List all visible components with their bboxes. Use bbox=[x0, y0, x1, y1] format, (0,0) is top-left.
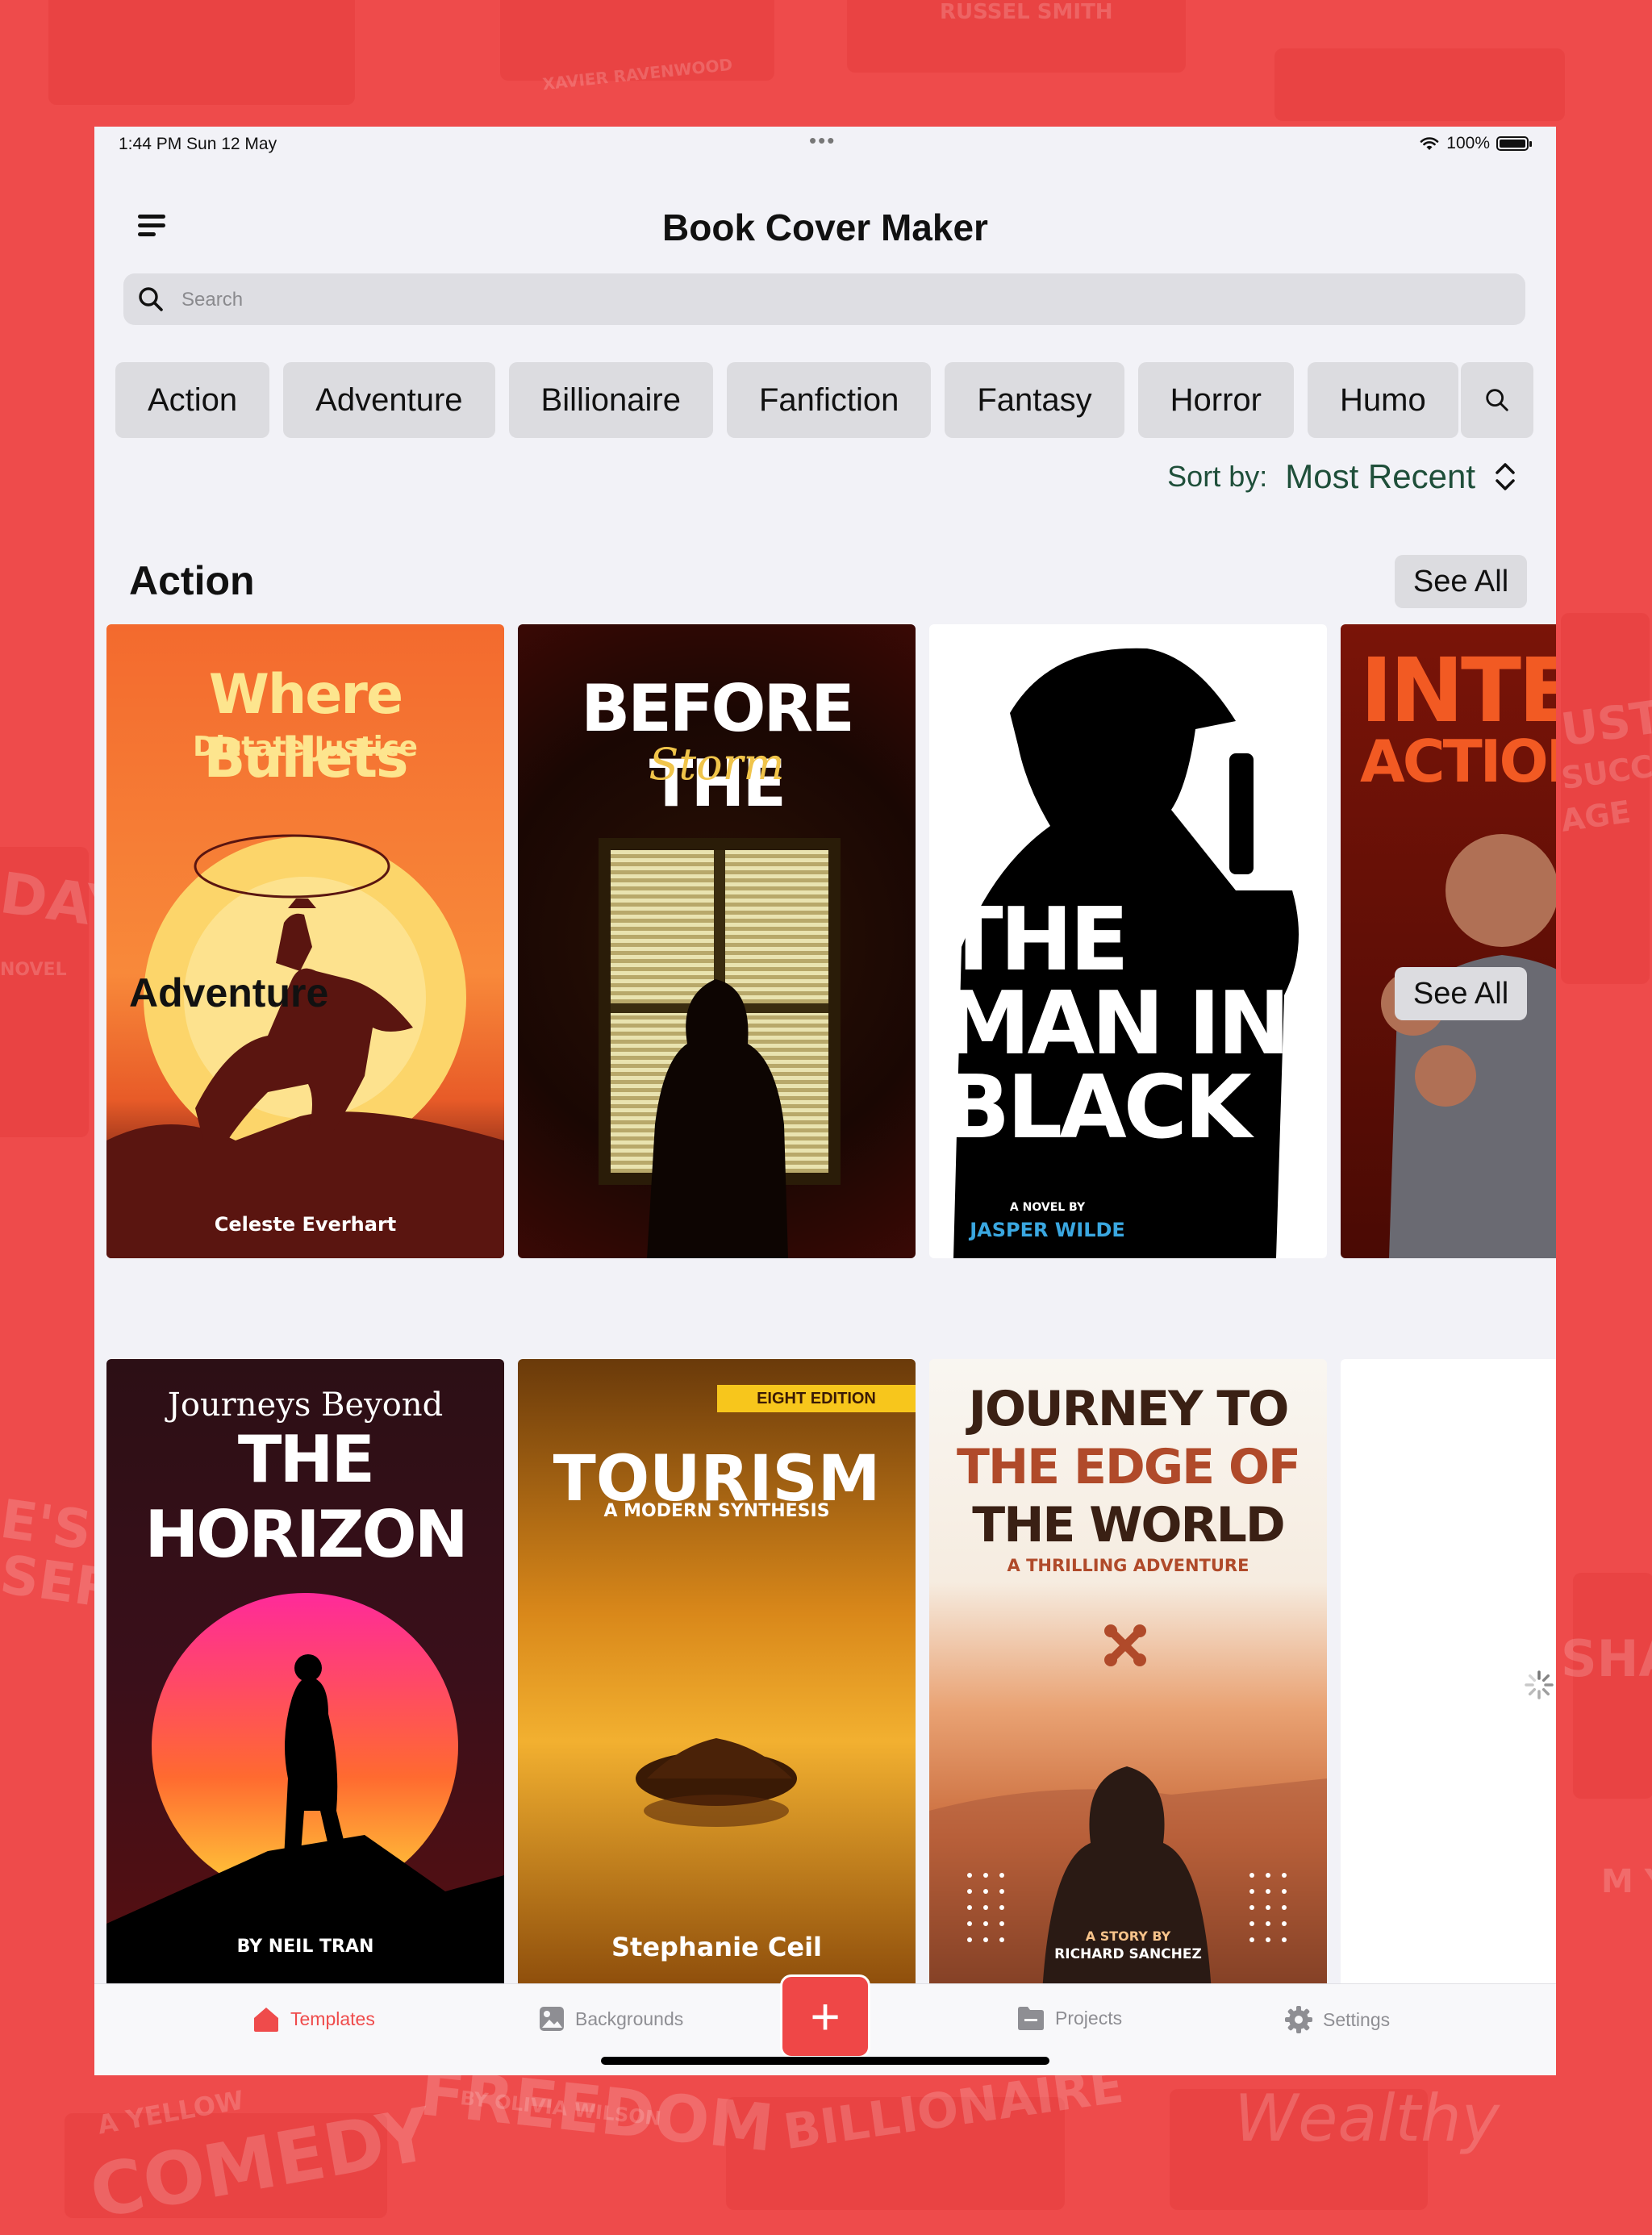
cover-author: RICHARD SANCHEZ bbox=[1054, 1946, 1202, 1962]
chevron-up-down-icon bbox=[1496, 463, 1515, 490]
search-icon bbox=[1486, 389, 1508, 411]
bg-cover bbox=[48, 0, 355, 105]
cover-subtitle: ACTION bbox=[1360, 728, 1556, 795]
cover-title-line: MAN IN bbox=[944, 974, 1291, 1074]
tab-label: Backgrounds bbox=[575, 2008, 684, 2029]
wifi-icon bbox=[1420, 137, 1439, 150]
gear-icon bbox=[1285, 2006, 1312, 2033]
cover-title-line: THE WORLD bbox=[972, 1497, 1285, 1553]
folder-icon bbox=[1018, 2007, 1044, 2030]
multitasking-dots[interactable]: ••• bbox=[809, 128, 836, 153]
status-right: 100% bbox=[1419, 134, 1532, 153]
cover-author: BY NEIL TRAN bbox=[236, 1937, 374, 1957]
cover-subtitle: A MODERN SYNTHESIS bbox=[603, 1501, 830, 1521]
cover-journeys-beyond[interactable]: Journeys Beyond THE HORIZON BY NEIL TRAN bbox=[106, 1359, 504, 1983]
bg-text: M Y bbox=[1601, 1863, 1652, 1900]
action-cover-row: Where Bullets Dictate Justice Celeste Ev… bbox=[106, 624, 1556, 1261]
bg-cover bbox=[1274, 48, 1565, 121]
cover-title: JOURNEY TO THE EDGE OF THE WORLD bbox=[929, 1380, 1327, 1554]
cover-title: INTEN bbox=[1360, 639, 1556, 742]
search-input[interactable] bbox=[180, 273, 1474, 327]
tab-projects[interactable]: Projects bbox=[1016, 2005, 1122, 2031]
cover-loading-placeholder bbox=[1341, 1359, 1556, 1983]
chip-action[interactable]: Action bbox=[115, 362, 270, 438]
search-icon bbox=[139, 287, 163, 311]
cover-tagline: A NOVEL BY bbox=[1009, 1201, 1086, 1214]
cover-kicker: Journeys Beyond bbox=[167, 1386, 444, 1424]
status-bar: 1:44 PM Sun 12 May ••• 100% bbox=[94, 127, 1556, 159]
section-title-adventure: Adventure bbox=[129, 970, 329, 1015]
cover-title-line: JOURNEY TO bbox=[968, 1381, 1290, 1437]
cover-title: Where Bullets bbox=[203, 663, 409, 790]
battery-icon bbox=[1496, 136, 1532, 151]
search-bar[interactable] bbox=[123, 273, 1525, 327]
ipad-screen: 1:44 PM Sun 12 May ••• 100% Book Cover M… bbox=[94, 127, 1556, 2075]
bg-text: NOVEL bbox=[0, 960, 67, 980]
category-chips: Action Adventure Billionaire Fanfiction … bbox=[115, 362, 1479, 440]
category-search-button[interactable] bbox=[1461, 362, 1533, 438]
cover-title-line: THE EDGE OF bbox=[957, 1439, 1301, 1495]
sort-control[interactable]: Sort by: Most Recent bbox=[1167, 457, 1517, 496]
cover-title: THE HORIZON bbox=[144, 1422, 468, 1572]
cover-author: JASPER WILDE bbox=[970, 1219, 1125, 1241]
page-title: Book Cover Maker bbox=[662, 206, 988, 248]
bg-text: RUSSEL SMITH bbox=[940, 0, 1113, 24]
edition-badge: EIGHT EDITION bbox=[717, 1385, 916, 1412]
chip-humor[interactable]: Humo bbox=[1308, 362, 1458, 438]
house-icon bbox=[254, 2008, 278, 2032]
chip-billionaire[interactable]: Billionaire bbox=[508, 362, 713, 438]
sort-value[interactable]: Most Recent bbox=[1285, 457, 1475, 496]
cover-title: THE MAN IN BLACK bbox=[944, 890, 1327, 1158]
chip-adventure[interactable]: Adventure bbox=[283, 362, 495, 438]
cover-title-line: BLACK bbox=[944, 1057, 1252, 1158]
cover-tagline: A STORY BY bbox=[1085, 1929, 1171, 1944]
chip-fanfiction[interactable]: Fanfiction bbox=[726, 362, 932, 438]
cover-subtitle: Dictate Justice bbox=[193, 731, 418, 763]
cover-journey-to-the-edge[interactable]: JOURNEY TO THE EDGE OF THE WORLD A THRIL… bbox=[929, 1359, 1327, 1983]
tab-backgrounds[interactable]: Backgrounds bbox=[538, 2005, 683, 2033]
tab-label: Templates bbox=[290, 2008, 375, 2029]
tab-label: Projects bbox=[1055, 2007, 1123, 2029]
status-time: 1:44 PM Sun 12 May bbox=[119, 135, 277, 153]
bg-text: Wealthy bbox=[1234, 2081, 1500, 2156]
navigation-bar: Book Cover Maker bbox=[94, 183, 1556, 272]
cover-title-line: THE bbox=[944, 890, 1129, 990]
battery-percentage: 100% bbox=[1446, 134, 1490, 152]
cover-man-in-black[interactable]: THE MAN IN BLACK A NOVEL BY JASPER WILDE bbox=[929, 624, 1327, 1258]
adventure-cover-row: Journeys Beyond THE HORIZON BY NEIL TRAN… bbox=[106, 1359, 1556, 1983]
loading-spinner-icon bbox=[1525, 1670, 1554, 1699]
chip-fantasy[interactable]: Fantasy bbox=[945, 362, 1124, 438]
home-indicator[interactable] bbox=[601, 2057, 1049, 2065]
see-all-adventure-button[interactable]: See All bbox=[1395, 967, 1527, 1020]
cover-script-title: Storm bbox=[649, 739, 785, 790]
see-all-action-button[interactable]: See All bbox=[1395, 555, 1527, 608]
cover-author: Celeste Everhart bbox=[214, 1213, 397, 1236]
cover-tourism[interactable]: EIGHT EDITION TOURISM A MODERN SYNTHESIS… bbox=[518, 1359, 916, 1983]
cover-subtitle: A THRILLING ADVENTURE bbox=[1007, 1556, 1249, 1575]
cover-intense-action[interactable]: INTEN ACTION bbox=[1341, 624, 1556, 1258]
cover-where-bullets[interactable]: Where Bullets Dictate Justice Celeste Ev… bbox=[106, 624, 504, 1258]
tab-label: Settings bbox=[1323, 2008, 1391, 2030]
cover-author: Stephanie Ceil bbox=[611, 1932, 823, 1962]
tab-templates[interactable]: Templates bbox=[252, 2005, 375, 2033]
sort-label: Sort by: bbox=[1167, 460, 1268, 493]
bg-text: SHADO bbox=[1561, 1629, 1652, 1688]
image-icon bbox=[540, 2007, 564, 2031]
chip-horror[interactable]: Horror bbox=[1137, 362, 1294, 438]
add-project-button[interactable]: + bbox=[780, 1974, 870, 2058]
section-title-action: Action bbox=[129, 558, 255, 603]
cover-before-the-storm[interactable]: BEFORE THE Storm bbox=[518, 624, 916, 1258]
tab-settings[interactable]: Settings bbox=[1284, 2005, 1390, 2034]
